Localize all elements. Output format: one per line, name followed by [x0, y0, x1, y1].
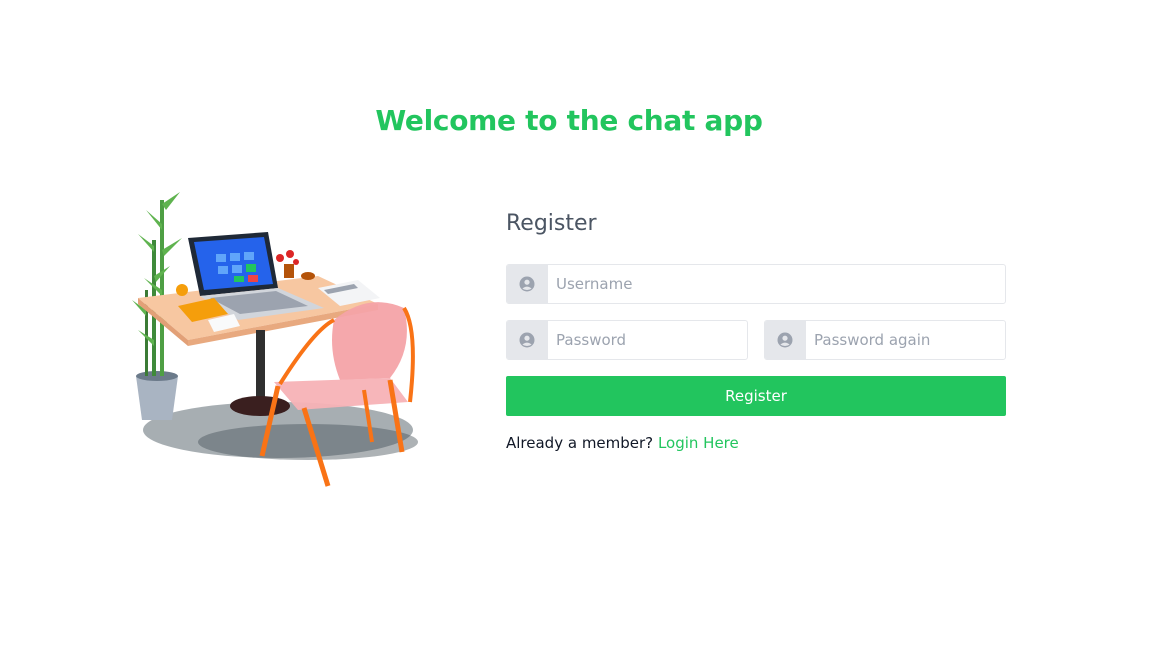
register-page: Welcome to the chat app Register Usernam… — [0, 0, 1153, 648]
login-prompt: Already a member? Login Here — [506, 434, 1006, 452]
user-icon — [507, 265, 548, 303]
login-link[interactable]: Login Here — [658, 434, 739, 452]
password-row — [506, 320, 1006, 360]
username-input[interactable] — [548, 265, 1005, 303]
desk-illustration — [132, 192, 418, 487]
page-title: Welcome to the chat app — [375, 104, 763, 137]
username-field — [506, 264, 1006, 304]
password-field — [506, 320, 748, 360]
password-again-input[interactable] — [806, 321, 1005, 359]
register-form: Register Username Register Already a mem… — [506, 206, 1006, 452]
form-title: Register — [506, 211, 597, 236]
login-prompt-text: Already a member? — [506, 434, 654, 452]
password-again-field — [764, 320, 1006, 360]
register-button[interactable]: Register — [506, 376, 1006, 416]
user-icon — [765, 321, 806, 359]
password-input[interactable] — [548, 321, 747, 359]
user-icon — [507, 321, 548, 359]
